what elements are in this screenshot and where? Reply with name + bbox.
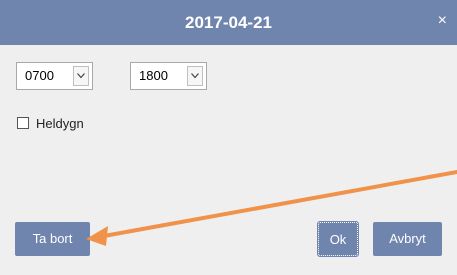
to-time-select[interactable]: 1800 — [130, 62, 207, 90]
to-time-value: 1800 — [139, 68, 168, 83]
date-dialog: 2017-04-21 × 0700 1800 Heldygn Ta bort O… — [0, 0, 457, 275]
cancel-button[interactable]: Avbryt — [373, 222, 442, 256]
from-time-select[interactable]: 0700 — [16, 62, 93, 90]
allday-checkbox[interactable] — [17, 117, 29, 129]
ok-button[interactable]: Ok — [317, 221, 359, 257]
chevron-down-icon[interactable] — [187, 66, 203, 86]
dialog-title: 2017-04-21 — [185, 13, 272, 32]
from-time-value: 0700 — [25, 68, 54, 83]
chevron-down-icon[interactable] — [73, 66, 89, 86]
dialog-titlebar: 2017-04-21 × — [0, 0, 457, 45]
allday-label[interactable]: Heldygn — [36, 115, 84, 133]
close-icon[interactable]: × — [438, 12, 447, 30]
delete-button[interactable]: Ta bort — [15, 222, 90, 256]
